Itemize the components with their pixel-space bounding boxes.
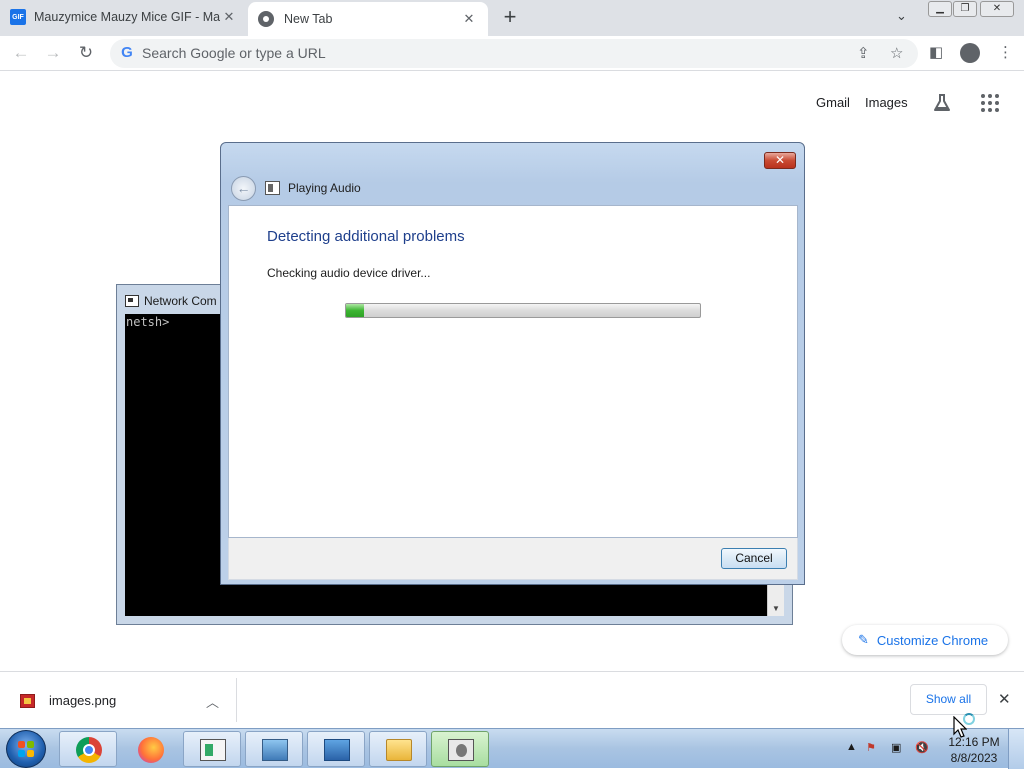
back-arrow-icon[interactable]: ← [8, 40, 34, 66]
taskbar-explorer[interactable] [369, 731, 427, 767]
tab-title: Mauzymice Mauzy Mice GIF - Ma [34, 10, 220, 24]
google-apps-icon[interactable] [981, 94, 999, 112]
windows-logo-icon [18, 741, 34, 757]
customize-chrome-button[interactable]: ✎ Customize Chrome [842, 625, 1008, 655]
close-tab-icon[interactable]: ✕ [220, 9, 238, 25]
gmail-link[interactable]: Gmail [816, 95, 850, 110]
downloads-bar: images.png ︿ Show all ✕ [0, 671, 1024, 728]
forward-arrow-icon[interactable]: → [40, 40, 66, 66]
chrome-favicon-icon [258, 11, 274, 27]
status-text: Checking audio device driver... [267, 266, 431, 280]
close-tab-icon[interactable]: ✕ [460, 11, 478, 27]
dialog-heading: Detecting additional problems [267, 228, 465, 245]
tab-title: New Tab [284, 12, 333, 26]
console-title: Network Com [144, 294, 217, 308]
minimize-button[interactable]: ▁ [928, 1, 952, 17]
tab-strip: GIF Mauzymice Mauzy Mice GIF - Ma ✕ New … [0, 0, 1024, 36]
download-item-filename[interactable]: images.png [49, 693, 116, 708]
dialog-title: Playing Audio [288, 181, 361, 195]
window-close-button[interactable]: ✕ [980, 1, 1014, 17]
console-prompt: netsh> [126, 315, 170, 329]
image-file-icon [20, 694, 35, 708]
troubleshooter-dialog: ✕ ← Playing Audio Detecting additional p… [220, 142, 805, 585]
cancel-button[interactable]: Cancel [721, 548, 787, 569]
control-panel-icon [324, 739, 350, 761]
side-panel-icon[interactable]: ◧ [929, 43, 943, 61]
action-center-flag-icon[interactable]: ⚑ [866, 741, 876, 754]
bookmark-star-icon[interactable]: ☆ [890, 44, 903, 62]
chrome-icon [76, 737, 102, 763]
dialog-footer: Cancel [228, 538, 798, 580]
scroll-down-arrow-icon[interactable]: ▼ [772, 604, 780, 613]
photo-viewer-icon [262, 739, 288, 761]
omnibox[interactable]: G Search Google or type a URL ⇪ ☆ [110, 39, 918, 68]
console-app-icon [200, 739, 226, 761]
dialog-close-button[interactable]: ✕ [764, 152, 796, 169]
busy-spinner-icon [963, 713, 975, 725]
taskbar-troubleshooter[interactable] [431, 731, 489, 767]
start-button[interactable] [6, 730, 46, 768]
browser-toolbar: ← → ↻ G Search Google or type a URL ⇪ ☆ … [0, 36, 1024, 71]
tab-new-tab[interactable]: New Tab ✕ [248, 2, 488, 36]
folder-icon [386, 739, 412, 761]
customize-label: Customize Chrome [876, 632, 989, 648]
profile-avatar-icon[interactable] [960, 43, 980, 63]
taskbar-photos[interactable] [245, 731, 303, 767]
tab-mauzymice[interactable]: GIF Mauzymice Mauzy Mice GIF - Ma ✕ [0, 0, 248, 34]
share-icon[interactable]: ⇪ [857, 44, 870, 62]
dialog-content: Detecting additional problems Checking a… [228, 205, 798, 538]
close-downloads-icon[interactable]: ✕ [998, 690, 1011, 708]
clock-date: 8/8/2023 [950, 751, 998, 765]
images-link[interactable]: Images [865, 95, 908, 110]
show-desktop-button[interactable] [1008, 729, 1024, 769]
progress-bar [345, 303, 701, 318]
google-g-icon: G [121, 44, 133, 61]
menu-kebab-icon[interactable]: ⋮ [998, 43, 1013, 61]
tab-search-chevron-icon[interactable]: ⌄ [896, 8, 907, 24]
chevron-up-icon[interactable]: ︿ [206, 692, 219, 711]
taskbar-control-panel[interactable] [307, 731, 365, 767]
troubleshooter-icon [448, 739, 474, 761]
console-titlebar: Network Com [125, 294, 217, 308]
show-hidden-icons-icon[interactable]: ▲ [846, 741, 857, 753]
show-all-button[interactable]: Show all [910, 684, 987, 715]
troubleshooter-app-icon [265, 181, 280, 195]
divider [236, 678, 237, 722]
pencil-icon: ✎ [858, 632, 869, 647]
console-app-icon [125, 295, 139, 307]
taskbar-console[interactable] [183, 731, 241, 767]
taskbar-firefox[interactable] [121, 731, 179, 767]
labs-flask-icon[interactable] [932, 93, 952, 113]
progress-bar-fill [346, 304, 364, 317]
reload-icon[interactable]: ↻ [73, 40, 99, 66]
gif-favicon-icon: GIF [10, 9, 26, 25]
firefox-icon [138, 737, 164, 763]
restore-button[interactable]: ❐ [953, 1, 977, 17]
new-tab-button[interactable]: + [498, 6, 522, 30]
system-clock[interactable]: 12:16 PM 8/8/2023 [948, 734, 1000, 766]
volume-muted-icon[interactable]: 🔇 [915, 741, 929, 754]
taskbar-chrome[interactable] [59, 731, 117, 767]
taskbar: ▲ ⚑ ▣ 🔇 12:16 PM 8/8/2023 [0, 728, 1024, 769]
back-arrow-icon[interactable]: ← [231, 176, 256, 201]
omnibox-placeholder: Search Google or type a URL [142, 45, 326, 61]
network-icon[interactable]: ▣ [891, 741, 901, 754]
